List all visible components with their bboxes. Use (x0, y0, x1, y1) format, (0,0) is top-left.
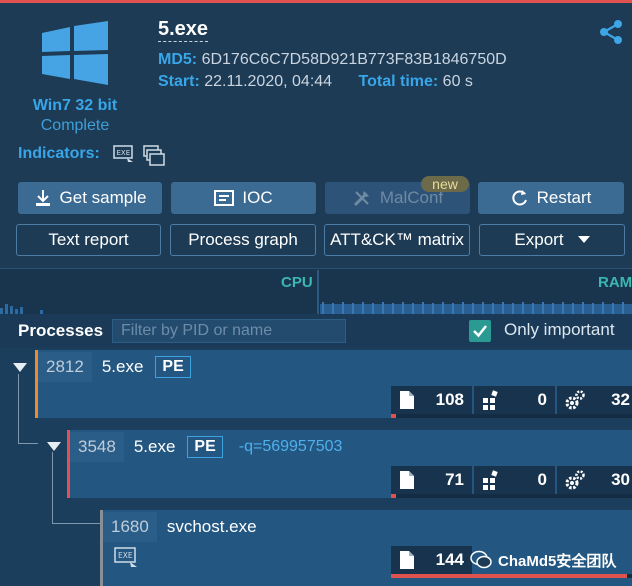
file-name[interactable]: 5.exe (158, 17, 209, 42)
start-label: Start: (158, 73, 200, 90)
md5-value: 6D176C6C7D58D921B773F83B1846750D (201, 51, 507, 68)
start-row: Start: 22.11.2020, 04:44 Total time: 60 … (158, 73, 473, 91)
files-count: 144 (435, 550, 464, 569)
windows-logo-icon (42, 21, 108, 85)
watermark-text: ChaMd5安全团队 (498, 552, 617, 570)
modules-counter[interactable]: 0 (474, 466, 555, 494)
executable-indicator-icon[interactable]: EXE (113, 145, 135, 163)
processes-title: Processes (18, 321, 104, 340)
files-count: 108 (435, 390, 464, 409)
command-line: -q=569957503 (238, 438, 343, 455)
process-graph-button[interactable]: Process graph (170, 224, 316, 256)
get-sample-button[interactable]: Get sample (18, 182, 162, 214)
activity-meter-fill (391, 494, 396, 498)
ioc-button[interactable]: IOC (171, 182, 316, 214)
ram-label: RAM (598, 274, 632, 291)
settings-counter[interactable]: 30 (557, 466, 632, 494)
process-pid: 2812 (38, 352, 92, 382)
modules-icon (483, 390, 498, 410)
pe-badge: PE (187, 436, 223, 458)
file-icon (400, 551, 414, 569)
task-header: Win7 32 bit Complete Indicators: EXE 5.e… (0, 3, 632, 173)
process-name[interactable]: svchost.exe (167, 517, 257, 537)
files-counter[interactable]: 108 (391, 386, 472, 414)
modules-count: 0 (537, 470, 547, 489)
activity-meter-fill (391, 414, 396, 418)
attck-matrix-button[interactable]: ATT&CK™ matrix (324, 224, 470, 256)
process-counters: 108 0 32 (389, 386, 632, 414)
process-counters: 71 0 30 (389, 466, 632, 494)
total-time-label: Total time: (358, 73, 439, 90)
ioc-label: IOC (242, 188, 273, 207)
text-report-label: Text report (48, 230, 129, 249)
activity-meter (391, 494, 632, 498)
files-counter[interactable]: 144 (391, 546, 472, 574)
tools-icon (352, 188, 372, 208)
files-count: 71 (445, 470, 464, 489)
process-counters: 144 (389, 546, 472, 574)
pid-filter-input[interactable] (112, 319, 346, 343)
restart-button[interactable]: Restart (478, 182, 624, 214)
svg-text:EXE: EXE (118, 551, 133, 560)
svg-text:EXE: EXE (117, 149, 131, 157)
restart-label: Restart (536, 188, 592, 207)
process-pid: 1680 (103, 512, 157, 542)
document-list-icon (214, 190, 235, 206)
cpu-label: CPU (281, 274, 313, 291)
text-report-button[interactable]: Text report (16, 224, 161, 256)
export-dropdown[interactable]: Export (479, 224, 625, 256)
executable-icon: EXE (114, 547, 137, 567)
total-time-value: 60 s (442, 73, 473, 90)
file-icon (400, 471, 414, 489)
collapse-triangle-icon[interactable] (13, 363, 27, 372)
activity-bars (0, 302, 632, 314)
collapse-triangle-icon[interactable] (47, 442, 61, 451)
process-header: 2812 5.exe PE (38, 352, 191, 382)
attck-matrix-label: ATT&CK™ matrix (330, 230, 464, 249)
process-name[interactable]: 5.exe (102, 357, 144, 377)
os-name: Win7 32 bit (32, 97, 118, 114)
settings-counter[interactable]: 32 (557, 386, 632, 414)
file-icon (400, 391, 414, 409)
pe-badge: PE (155, 356, 191, 378)
export-label: Export (514, 230, 564, 249)
md5-label: MD5: (158, 51, 198, 68)
watermark: ChaMd5安全团队 (470, 546, 632, 574)
files-counter[interactable]: 71 (391, 466, 472, 494)
get-sample-label: Get sample (59, 188, 147, 207)
process-graph-label: Process graph (188, 230, 298, 249)
new-badge: new (421, 176, 469, 192)
process-name[interactable]: 5.exe (134, 437, 176, 457)
analysis-status: Complete (40, 117, 110, 134)
modules-icon (483, 470, 498, 490)
only-important-label: Only important (504, 320, 615, 339)
modules-counter[interactable]: 0 (474, 386, 555, 414)
process-header: 3548 5.exe PE -q=569957503 (70, 432, 342, 462)
tree-connector (52, 452, 102, 524)
activity-meter (391, 574, 632, 578)
settings-count: 32 (611, 390, 630, 409)
only-important-checkbox[interactable] (469, 320, 491, 342)
wechat-icon (470, 550, 492, 569)
restart-icon (511, 189, 529, 207)
process-header: 1680 svchost.exe (103, 512, 257, 542)
activity-meter-fill (391, 574, 628, 578)
tree-connector (18, 374, 38, 444)
download-icon (34, 189, 52, 207)
gears-icon (565, 390, 585, 410)
share-icon[interactable] (598, 19, 624, 45)
md5-row: MD5: 6D176C6C7D58D921B773F83B1846750D (158, 51, 507, 69)
start-value: 22.11.2020, 04:44 (204, 73, 333, 90)
indicators-label: Indicators: (18, 145, 100, 162)
gears-icon (565, 470, 585, 490)
modules-count: 0 (537, 390, 547, 409)
checkmark-icon (473, 325, 487, 338)
settings-count: 30 (611, 470, 630, 489)
chevron-down-icon (577, 236, 590, 244)
windows-indicator-icon[interactable] (143, 145, 165, 167)
activity-meter (391, 414, 632, 418)
